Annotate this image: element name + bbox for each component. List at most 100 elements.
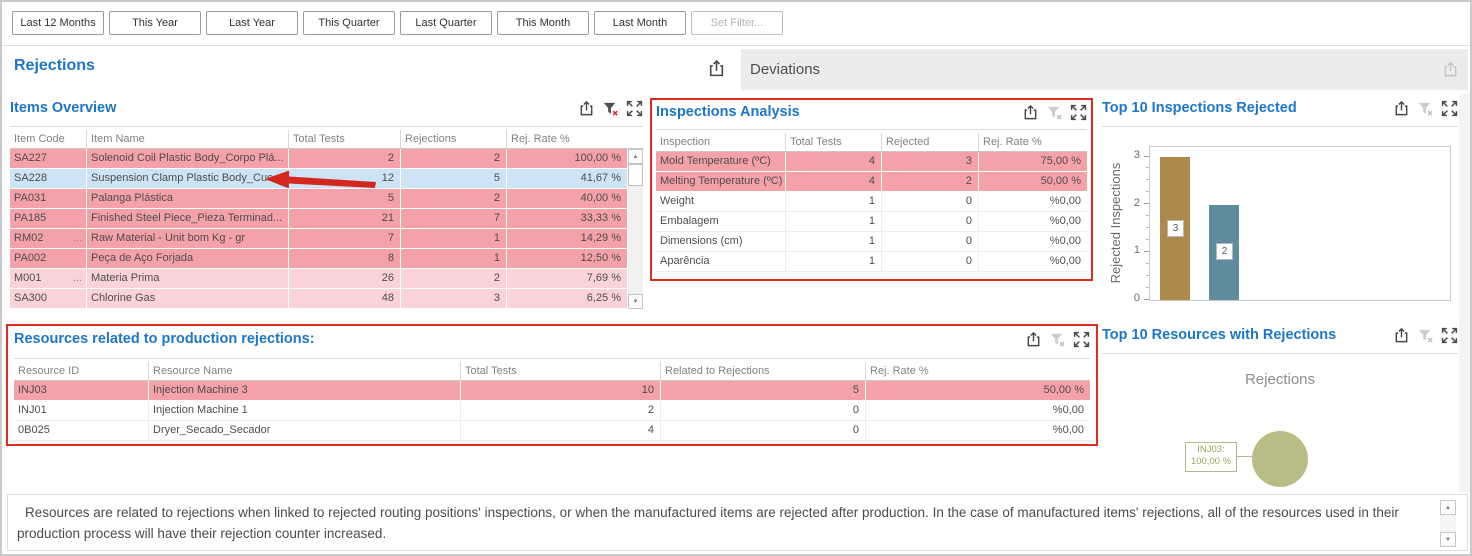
clear-filter-icon[interactable] — [1046, 104, 1063, 121]
maximize-icon[interactable] — [626, 100, 643, 117]
export-icon[interactable] — [1022, 104, 1039, 121]
col-rej-rate[interactable]: Rej. Rate % — [507, 130, 643, 148]
table-row[interactable]: Embalagem 1 0 %0,00 — [656, 212, 1087, 232]
pie-callout[interactable]: INJ03: 100,00 % — [1185, 442, 1237, 472]
set-filter-button[interactable]: Set Filter... — [691, 11, 783, 35]
pie-callout-label: INJ03: — [1186, 444, 1236, 456]
resources-pie-chart: Rejections INJ03: 100,00 % — [1102, 371, 1458, 496]
date-filter-toolbar: Last 12 Months This Year Last Year This … — [12, 11, 783, 35]
table-row[interactable]: RM02... Raw Material - Unit bom Kg - gr … — [10, 229, 627, 249]
scroll-down-button[interactable]: ▼ — [1440, 532, 1456, 547]
tab-deviations[interactable]: Deviations — [741, 49, 1468, 90]
filter-this-quarter-button[interactable]: This Quarter — [303, 11, 395, 35]
col-item-name[interactable]: Item Name — [87, 130, 289, 148]
export-icon[interactable] — [1393, 327, 1410, 344]
bar-value-label: 3 — [1167, 220, 1184, 237]
table-row[interactable]: Melting Temperature (ºC) 4 2 50,00 % — [656, 172, 1087, 192]
resources-table-header: Resource ID Resource Name Total Tests Re… — [14, 362, 1090, 381]
col-related-to-rejections[interactable]: Related to Rejections — [661, 362, 866, 380]
resources-panel: Resources related to production rejectio… — [6, 324, 1098, 446]
cell-item-name: Finished Steel Piece_Pieza Terminad... — [87, 209, 289, 228]
maximize-icon[interactable] — [1441, 100, 1458, 117]
filter-this-month-button[interactable]: This Month — [497, 11, 589, 35]
cell-item-code: PA185 — [10, 209, 87, 228]
export-icon[interactable] — [1025, 331, 1042, 348]
col-rejections[interactable]: Rejections — [401, 130, 507, 148]
table-row[interactable]: Dimensions (cm) 1 0 %0,00 — [656, 232, 1087, 252]
cell-item-code: PA002 — [10, 249, 87, 268]
scroll-up-button[interactable]: ▲ — [628, 149, 643, 164]
export-icon[interactable] — [707, 59, 726, 78]
items-overview-title: Items Overview — [10, 100, 116, 116]
table-row[interactable]: Aparência 1 0 %0,00 — [656, 252, 1087, 272]
items-table-header: Item Code Item Name Total Tests Rejectio… — [10, 130, 643, 149]
cell-item-code: SA228 — [10, 169, 87, 188]
cell-item-code: M001... — [10, 269, 87, 288]
clear-filter-icon[interactable] — [1417, 100, 1434, 117]
col-inspection[interactable]: Inspection — [656, 133, 786, 151]
cell-item-name: Raw Material - Unit bom Kg - gr — [87, 229, 289, 248]
annotation-arrow — [264, 169, 379, 193]
cell-item-code: PA031 — [10, 189, 87, 208]
col-total-tests[interactable]: Total Tests — [786, 133, 882, 151]
col-rej-rate[interactable]: Rej. Rate % — [979, 133, 1087, 151]
top10-resources-title: Top 10 Resources with Rejections — [1102, 327, 1336, 343]
items-scrollbar[interactable]: ▲ ▼ — [628, 149, 643, 309]
col-item-code[interactable]: Item Code — [10, 130, 87, 148]
table-row[interactable]: Mold Temperature (ºC) 4 3 75,00 % — [656, 152, 1087, 172]
cell-item-code: SA300 — [10, 289, 87, 308]
footer-note-text: Resources are related to rejections when… — [17, 502, 1433, 544]
scrollbar-track[interactable] — [628, 186, 643, 294]
footer-note-box: Resources are related to rejections when… — [7, 494, 1468, 551]
filter-last-quarter-button[interactable]: Last Quarter — [400, 11, 492, 35]
export-icon[interactable] — [578, 100, 595, 117]
clear-filter-icon[interactable] — [602, 100, 619, 117]
cell-item-code: SA227 — [10, 149, 87, 168]
col-total-tests[interactable]: Total Tests — [289, 130, 401, 148]
scroll-up-button[interactable]: ▲ — [1440, 500, 1456, 515]
scrollbar-thumb[interactable] — [628, 164, 643, 186]
inspections-analysis-title: Inspections Analysis — [656, 104, 800, 120]
tab-deviations-label: Deviations — [750, 61, 820, 78]
col-rej-rate[interactable]: Rej. Rate % — [866, 362, 1090, 380]
table-row[interactable]: PA002 Peça de Aço Forjada 8 1 12,50 % — [10, 249, 627, 269]
tab-bar: Rejections Deviations — [4, 46, 1468, 92]
pie-callout-connector — [1237, 456, 1253, 457]
pie-chart-title: Rejections — [1102, 371, 1458, 388]
filter-this-year-button[interactable]: This Year — [109, 11, 201, 35]
pie-callout-value: 100,00 % — [1186, 456, 1236, 468]
table-row[interactable]: M001... Materia Prima 26 2 7,69 % — [10, 269, 627, 289]
cell-item-name: Solenoid Coil Plastic Body_Corpo Plá... — [87, 149, 289, 168]
maximize-icon[interactable] — [1073, 331, 1090, 348]
col-rejected[interactable]: Rejected — [882, 133, 979, 151]
table-row[interactable]: INJ03 Injection Machine 3 10 5 50,00 % — [14, 381, 1090, 401]
maximize-icon[interactable] — [1441, 327, 1458, 344]
cell-item-name: Suspension Clamp Plastic Body_Cue... — [87, 169, 289, 188]
clear-filter-icon[interactable] — [1049, 331, 1066, 348]
col-resource-name[interactable]: Resource Name — [149, 362, 461, 380]
scroll-down-button[interactable]: ▼ — [628, 294, 643, 309]
col-resource-id[interactable]: Resource ID — [14, 362, 149, 380]
table-row[interactable]: INJ01 Injection Machine 1 2 0 %0,00 — [14, 401, 1090, 421]
table-row[interactable]: SA300 Chlorine Gas 48 3 6,25 % — [10, 289, 627, 309]
tab-rejections[interactable]: Rejections — [14, 57, 95, 75]
top10-resources-panel: Top 10 Resources with Rejections Rejecti… — [1102, 327, 1458, 487]
inspections-table-header: Inspection Total Tests Rejected Rej. Rat… — [656, 133, 1087, 152]
filter-last-month-button[interactable]: Last Month — [594, 11, 686, 35]
clear-filter-icon[interactable] — [1417, 327, 1434, 344]
table-row[interactable]: SA227 Solenoid Coil Plastic Body_Corpo P… — [10, 149, 627, 169]
table-row[interactable]: PA185 Finished Steel Piece_Pieza Termina… — [10, 209, 627, 229]
pie-slice-inj03[interactable] — [1252, 431, 1308, 487]
content-scrollbar-track[interactable] — [1459, 94, 1470, 492]
scrollbar-track[interactable] — [1440, 515, 1456, 532]
table-row[interactable]: Weight 1 0 %0,00 — [656, 192, 1087, 212]
filter-last-year-button[interactable]: Last Year — [206, 11, 298, 35]
export-icon[interactable] — [1393, 100, 1410, 117]
footer-scrollbar[interactable]: ▲ ▼ — [1440, 500, 1456, 547]
col-total-tests[interactable]: Total Tests — [461, 362, 661, 380]
table-row[interactable]: 0B025 Dryer_Secado_Secador 4 0 %0,00 — [14, 421, 1090, 441]
export-icon[interactable] — [1442, 61, 1459, 78]
inspections-bar-chart: Rejected Inspections 0123 32 — [1102, 131, 1458, 307]
filter-last-12-months-button[interactable]: Last 12 Months — [12, 11, 104, 35]
maximize-icon[interactable] — [1070, 104, 1087, 121]
